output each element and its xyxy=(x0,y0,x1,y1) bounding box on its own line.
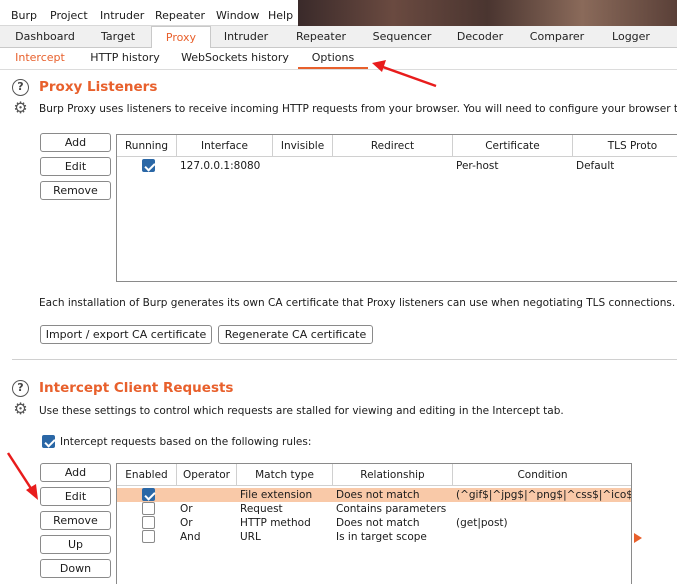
annotation-arrow-edit-icon xyxy=(6,452,38,500)
table-row[interactable]: File extension Does not match (^gif$|^jp… xyxy=(117,488,631,502)
help-icon[interactable]: ? xyxy=(12,79,29,96)
rule-operator: Or xyxy=(180,517,193,529)
rule-match-type: Request xyxy=(240,503,283,515)
import-export-ca-button[interactable]: Import / export CA certificate xyxy=(40,325,212,344)
rule-enabled-checkbox[interactable] xyxy=(142,502,155,515)
menu-bar: Burp Project Intruder Repeater Window He… xyxy=(0,0,677,26)
proxy-listeners-title: Proxy Listeners xyxy=(39,79,158,95)
rule-operator: And xyxy=(180,531,201,543)
table-row[interactable]: Or Request Contains parameters xyxy=(117,502,631,516)
help-icon[interactable]: ? xyxy=(12,380,29,397)
subtab-http-history[interactable]: HTTP history xyxy=(82,48,168,69)
rule-edit-button[interactable]: Edit xyxy=(40,487,111,506)
background-photo xyxy=(298,0,677,26)
subtab-intercept[interactable]: Intercept xyxy=(10,48,70,69)
rule-match-type: URL xyxy=(240,531,261,543)
intercept-rules-checkbox[interactable] xyxy=(42,435,55,448)
intercept-client-requests-title: Intercept Client Requests xyxy=(39,380,234,396)
rule-remove-button[interactable]: Remove xyxy=(40,511,111,530)
rule-down-button[interactable]: Down xyxy=(40,559,111,578)
column-header-condition[interactable]: Condition xyxy=(453,464,631,486)
annotation-arrow-options-icon xyxy=(372,60,437,88)
tab-target[interactable]: Target xyxy=(87,26,149,48)
column-header-relationship[interactable]: Relationship xyxy=(333,464,453,486)
column-header-interface[interactable]: Interface xyxy=(177,135,273,157)
listener-running-checkbox[interactable] xyxy=(142,159,155,172)
tab-decoder[interactable]: Decoder xyxy=(443,26,517,48)
menu-intruder[interactable]: Intruder xyxy=(100,0,144,26)
rule-operator: Or xyxy=(180,503,193,515)
rule-match-type: HTTP method xyxy=(240,517,311,529)
tab-repeater[interactable]: Repeater xyxy=(282,26,360,48)
listener-certificate: Per-host xyxy=(456,160,499,172)
tab-comparer[interactable]: Comparer xyxy=(520,26,594,48)
column-header-enabled[interactable]: Enabled xyxy=(117,464,177,486)
listener-remove-button[interactable]: Remove xyxy=(40,181,111,200)
section-divider xyxy=(12,359,677,360)
listener-edit-button[interactable]: Edit xyxy=(40,157,111,176)
tab-intruder[interactable]: Intruder xyxy=(213,26,279,48)
rule-condition: (get|post) xyxy=(456,517,508,529)
rule-relationship: Does not match xyxy=(336,517,420,529)
gear-icon[interactable]: ⚙ xyxy=(12,99,29,116)
tab-sequencer[interactable]: Sequencer xyxy=(363,26,441,48)
listener-tls-protocols: Default xyxy=(576,160,615,172)
gear-icon[interactable]: ⚙ xyxy=(12,400,29,417)
ca-certificate-description: Each installation of Burp generates its … xyxy=(39,297,677,309)
column-header-invisible[interactable]: Invisible xyxy=(273,135,333,157)
rule-match-type: File extension xyxy=(240,489,313,501)
table-row[interactable]: Or HTTP method Does not match (get|post) xyxy=(117,516,631,530)
subtab-options[interactable]: Options xyxy=(298,48,368,69)
column-header-running[interactable]: Running xyxy=(117,135,177,157)
listener-add-button[interactable]: Add xyxy=(40,133,111,152)
rule-enabled-checkbox[interactable] xyxy=(142,516,155,529)
main-tab-bar: Dashboard Target Proxy Intruder Repeater… xyxy=(0,26,677,49)
rule-up-button[interactable]: Up xyxy=(40,535,111,554)
rule-enabled-checkbox[interactable] xyxy=(142,488,155,501)
rule-relationship: Is in target scope xyxy=(336,531,427,543)
column-header-certificate[interactable]: Certificate xyxy=(453,135,573,157)
tab-proxy[interactable]: Proxy xyxy=(151,26,211,49)
menu-window[interactable]: Window xyxy=(216,0,259,26)
rule-add-button[interactable]: Add xyxy=(40,463,111,482)
menu-project[interactable]: Project xyxy=(50,0,88,26)
intercept-rules-table: Enabled Operator Match type Relationship… xyxy=(116,463,632,584)
rule-relationship: Contains parameters xyxy=(336,503,447,515)
table-row[interactable]: 127.0.0.1:8080 Per-host Default xyxy=(117,158,677,174)
rule-relationship: Does not match xyxy=(336,489,420,501)
column-header-tls-protocols[interactable]: TLS Proto xyxy=(573,135,677,157)
rule-enabled-checkbox[interactable] xyxy=(142,530,155,543)
column-header-operator[interactable]: Operator xyxy=(177,464,237,486)
proxy-listeners-description: Burp Proxy uses listeners to receive inc… xyxy=(39,103,677,115)
proxy-sub-tab-bar: Intercept HTTP history WebSockets histor… xyxy=(0,48,677,70)
tab-dashboard[interactable]: Dashboard xyxy=(6,26,84,48)
column-header-redirect[interactable]: Redirect xyxy=(333,135,453,157)
regenerate-ca-button[interactable]: Regenerate CA certificate xyxy=(218,325,373,344)
proxy-listeners-table: Running Interface Invisible Redirect Cer… xyxy=(116,134,677,282)
table-row[interactable]: And URL Is in target scope xyxy=(117,530,631,544)
intercept-client-description: Use these settings to control which requ… xyxy=(39,405,564,417)
rule-condition: (^gif$|^jpg$|^png$|^css$|^ico$|... xyxy=(456,489,631,501)
column-header-match-type[interactable]: Match type xyxy=(237,464,333,486)
subtab-websockets-history[interactable]: WebSockets history xyxy=(178,48,292,69)
menu-repeater[interactable]: Repeater xyxy=(155,0,205,26)
menu-help[interactable]: Help xyxy=(268,0,293,26)
tab-logger[interactable]: Logger xyxy=(596,26,666,48)
intercept-rules-checkbox-label: Intercept requests based on the followin… xyxy=(60,436,312,448)
expand-arrow-icon[interactable] xyxy=(633,532,643,544)
listener-interface: 127.0.0.1:8080 xyxy=(180,160,261,172)
menu-burp[interactable]: Burp xyxy=(11,0,37,26)
